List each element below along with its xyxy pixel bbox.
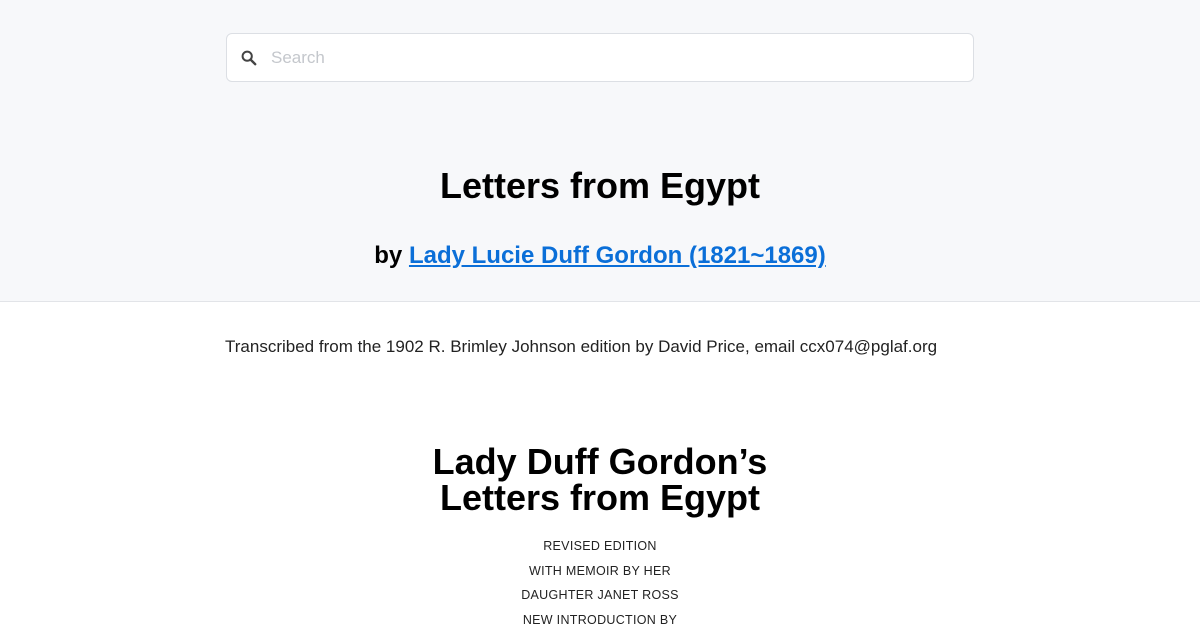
byline-prefix: by xyxy=(374,242,403,269)
edition-info: REVISED EDITION WITH MEMOIR BY HER DAUGH… xyxy=(0,536,1200,634)
transcription-note: Transcribed from the 1902 R. Brimley Joh… xyxy=(225,337,938,356)
title-page-heading: Lady Duff Gordon’s Letters from Egypt xyxy=(0,444,1200,516)
author-link[interactable]: Lady Lucie Duff Gordon (1821~1869) xyxy=(409,242,826,269)
title-line-1: Lady Duff Gordon’s xyxy=(432,441,768,482)
title-line-2: Letters from Egypt xyxy=(439,477,761,518)
book-header: Letters from Egypt by Lady Lucie Duff Go… xyxy=(0,0,1200,302)
byline: by Lady Lucie Duff Gordon (1821~1869) xyxy=(0,240,1200,272)
edition-line: REVISED EDITION xyxy=(543,539,657,553)
search-box[interactable] xyxy=(226,33,974,82)
edition-line: DAUGHTER JANET ROSS xyxy=(521,588,679,603)
search-input[interactable] xyxy=(271,42,961,74)
edition-line: WITH MEMOIR BY HER xyxy=(529,563,671,578)
search-icon xyxy=(240,49,258,67)
edition-line: NEW INTRODUCTION BY xyxy=(522,612,678,627)
book-title: Letters from Egypt xyxy=(439,165,761,206)
